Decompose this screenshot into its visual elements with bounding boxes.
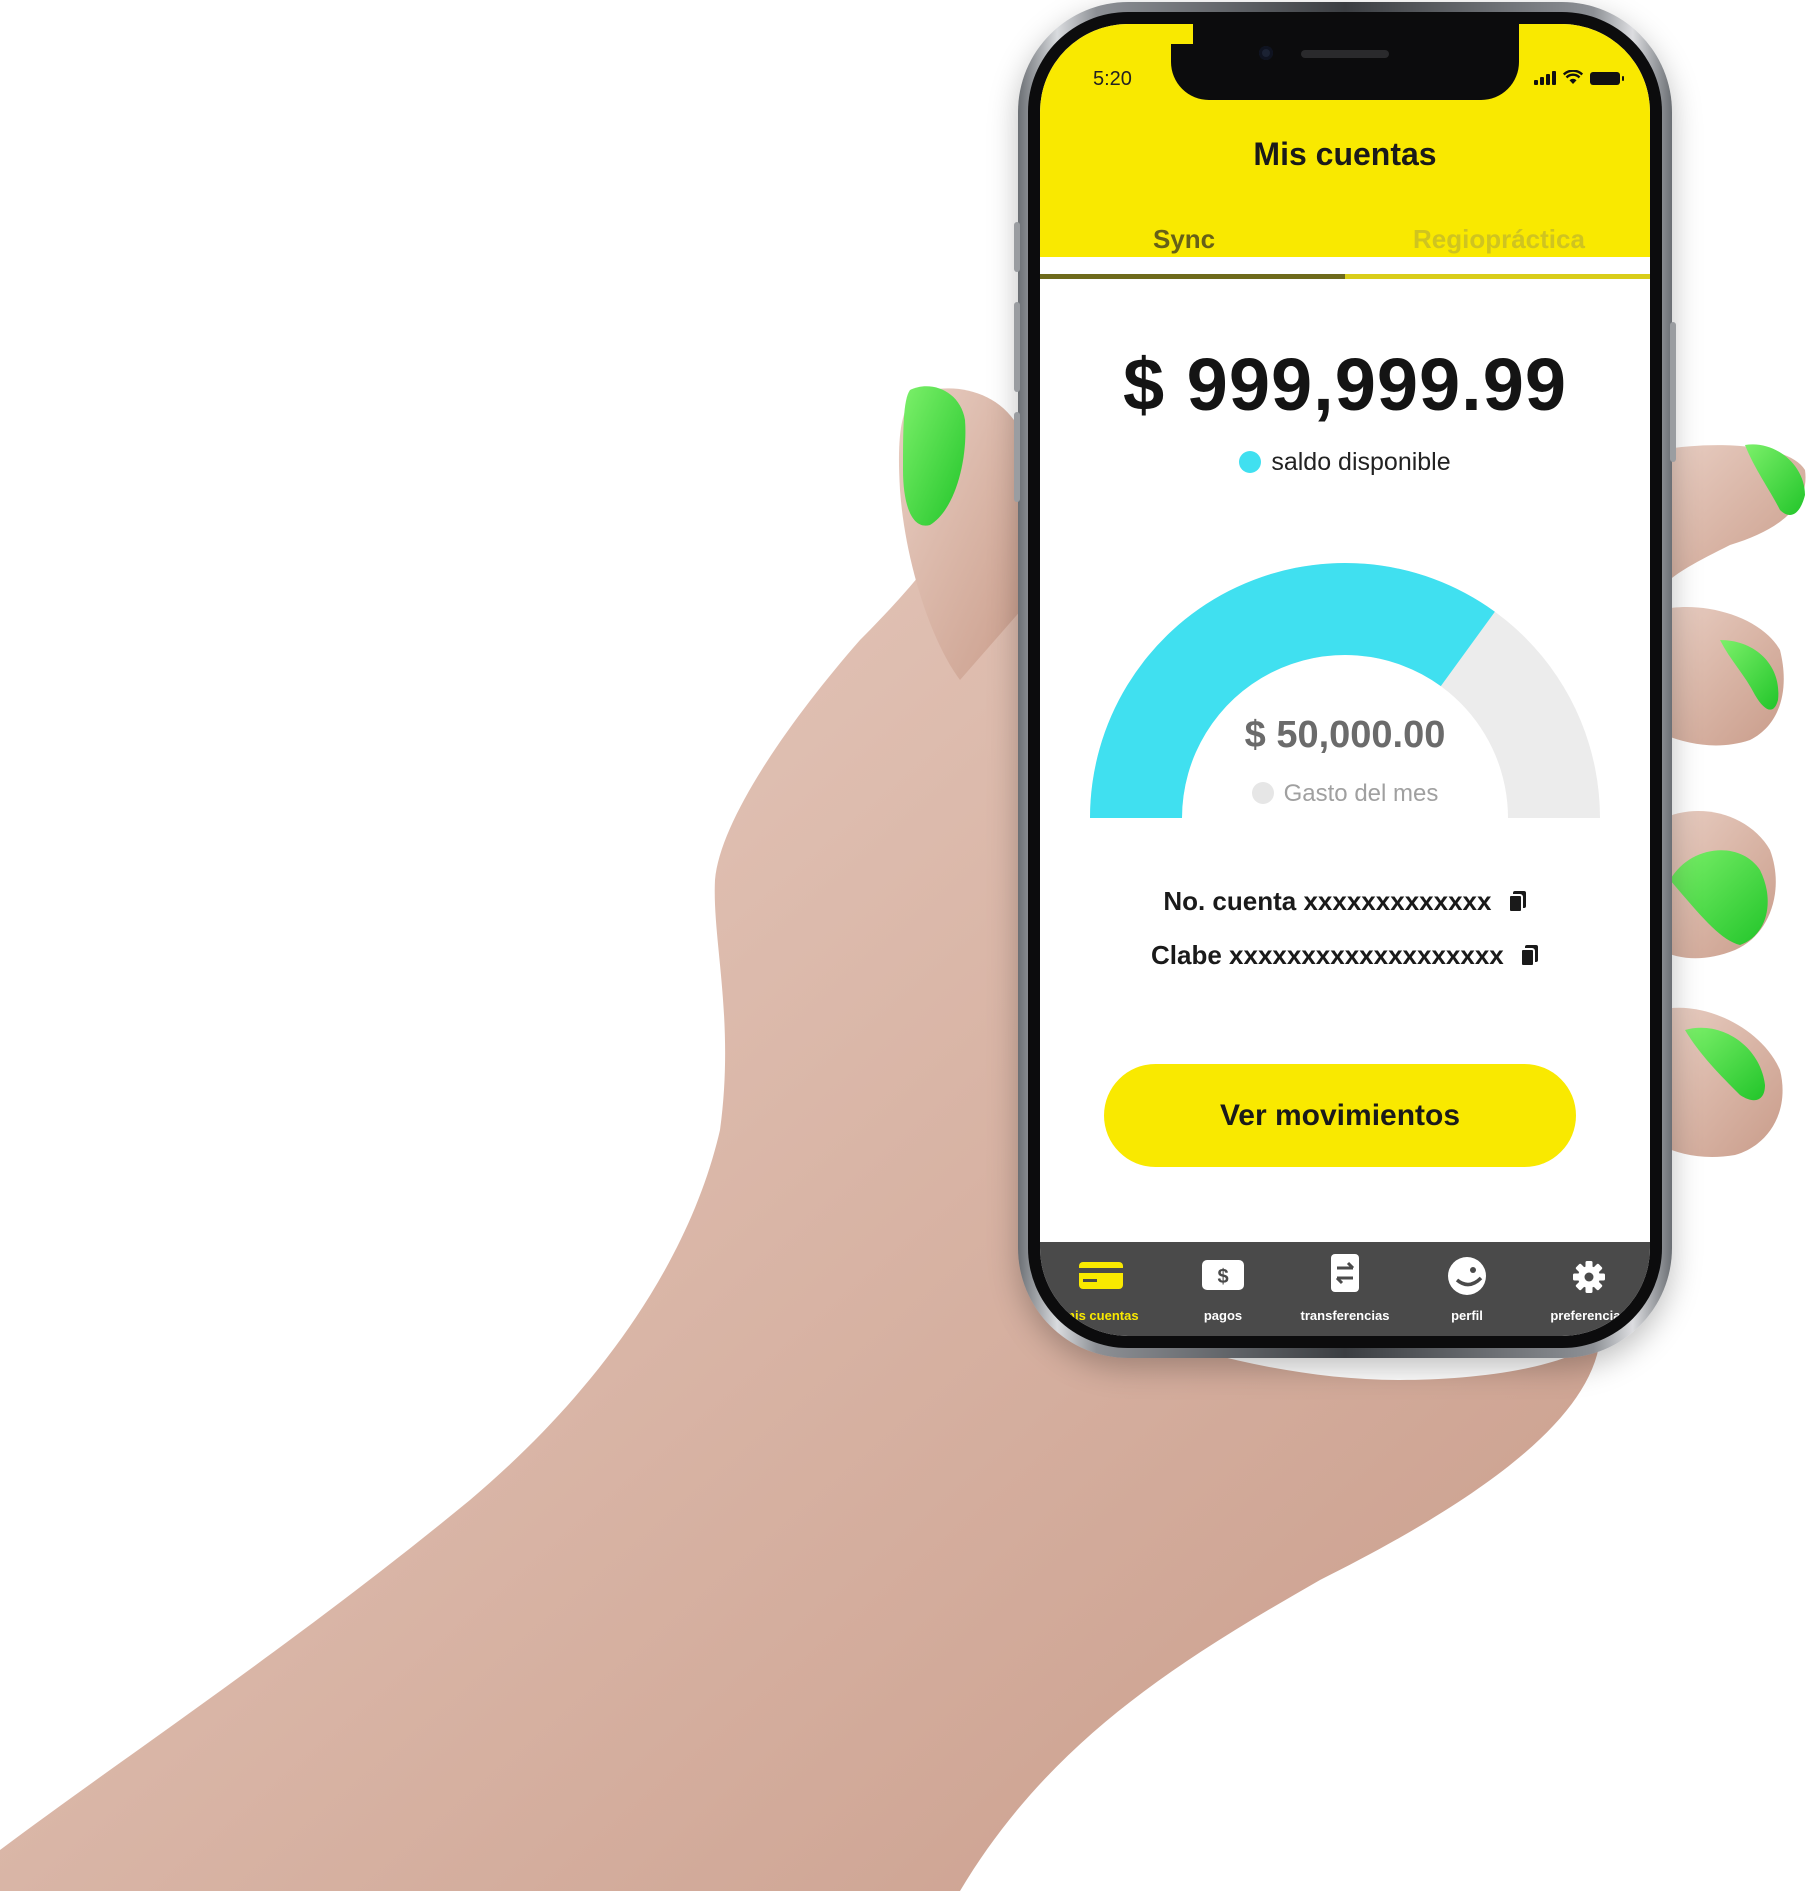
battery-icon [1590,72,1624,85]
card-icon [1079,1262,1123,1289]
mute-switch [1014,222,1020,272]
nav-label: preferencias [1550,1308,1628,1323]
nav-item-preferencias[interactable]: preferencias [1528,1242,1650,1336]
nav-label: mis cuentas [1063,1308,1139,1323]
transfer-icon [1331,1254,1359,1292]
legend-dot-spend [1251,782,1274,804]
volume-down-button [1014,412,1020,502]
speaker-grille [1301,50,1389,58]
nav-label: pagos [1203,1308,1243,1323]
monthly-spend-text: Gasto del mes [1283,780,1439,807]
copy-icon[interactable] [1508,891,1527,913]
clabe-row: Clabe xxxxxxxxxxxxxxxxxxx [1040,940,1650,971]
monthly-spend-label: Gasto del mes [1040,780,1650,808]
account-number-row: No. cuenta xxxxxxxxxxxxx [1040,886,1650,917]
volume-up-button [1014,302,1020,392]
account-number-value: xxxxxxxxxxxxx [1303,886,1492,916]
camera-icon [1259,46,1273,60]
bottom-nav: mis cuentas $ pagos transferencias perfi… [1040,1242,1650,1336]
tab-sync[interactable]: Sync [1153,224,1215,255]
status-icons [1534,70,1624,85]
nav-item-mis-cuentas[interactable]: mis cuentas [1040,1242,1162,1336]
tab-regiopractica[interactable]: Regiopráctica [1413,224,1585,255]
tab-indicator-inactive [1345,274,1650,279]
device-notch [1171,24,1519,100]
page-title: Mis cuentas [1253,136,1437,172]
available-balance-label: saldo disponible [1040,448,1650,477]
status-time: 5:20 [1093,68,1132,90]
tab-indicator-active [1040,274,1345,279]
account-number-label: No. cuenta [1163,886,1297,916]
dollar-icon: $ [1202,1260,1244,1290]
nav-item-perfil[interactable]: perfil [1406,1242,1528,1336]
available-balance: $ 999,999.99 [1122,343,1568,426]
legend-dot-available [1239,451,1262,473]
view-movements-button[interactable]: Ver movimientos [1104,1064,1576,1167]
nav-item-transferencias[interactable]: transferencias [1284,1242,1406,1336]
clabe-value: xxxxxxxxxxxxxxxxxxx [1229,940,1504,970]
clabe-label: Clabe [1150,940,1222,970]
copy-icon[interactable] [1521,945,1539,967]
phone-device: 5:20 Mis cuentas Sync Regiopráctica $ 99… [1014,2,1676,1358]
nav-item-pagos[interactable]: $ pagos [1162,1242,1284,1336]
power-button [1670,322,1676,462]
app-screen: 5:20 Mis cuentas Sync Regiopráctica $ 99… [1040,24,1650,1336]
signal-icon [1534,71,1556,85]
nav-label: perfil [1451,1308,1483,1323]
available-balance-text: saldo disponible [1271,448,1451,476]
wifi-icon [1563,70,1583,84]
app-header: 5:20 Mis cuentas Sync Regiopráctica [1040,24,1650,279]
nav-label: transferencias [1300,1308,1390,1323]
face-icon [1448,1257,1486,1295]
monthly-spend-amount: $ 50,000.00 [1244,714,1446,756]
svg-text:$: $ [1217,1266,1228,1288]
gear-icon [1573,1261,1605,1293]
